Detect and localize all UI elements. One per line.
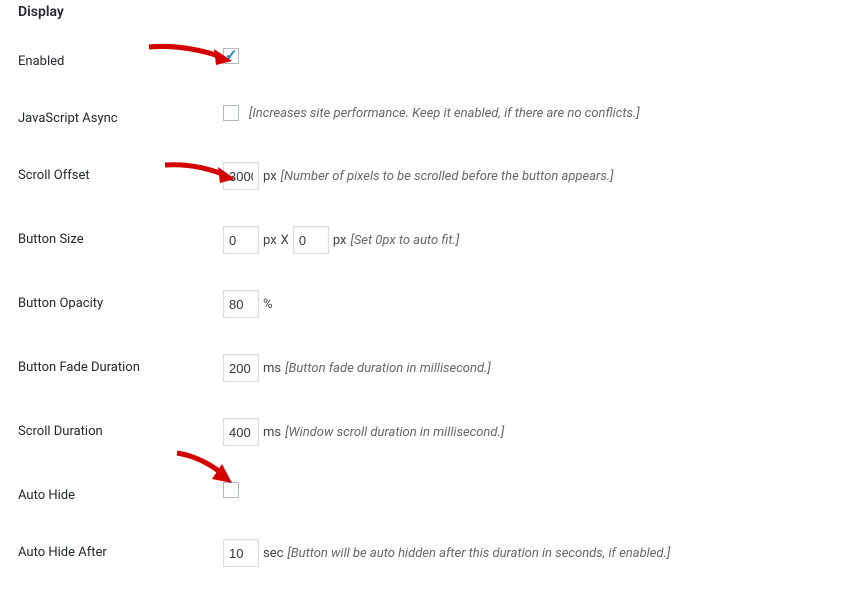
- label-scroll-duration: Scroll Duration: [18, 418, 223, 439]
- row-auto-hide: Auto Hide: [0, 464, 867, 521]
- control-scroll-offset: px [Number of pixels to be scrolled befo…: [223, 162, 614, 190]
- input-button-opacity[interactable]: [223, 290, 259, 318]
- label-auto-hide: Auto Hide: [18, 482, 223, 503]
- row-button-fade-duration: Button Fade Duration ms [Button fade dur…: [0, 336, 867, 400]
- row-button-opacity: Button Opacity %: [0, 272, 867, 336]
- control-enabled: [223, 48, 245, 64]
- hint-auto-hide-after: [Button will be auto hidden after this d…: [287, 546, 670, 561]
- row-auto-hide-after: Auto Hide After sec [Button will be auto…: [0, 521, 867, 585]
- control-button-opacity: %: [223, 290, 273, 318]
- hint-scroll-offset: [Number of pixels to be scrolled before …: [281, 169, 614, 184]
- input-button-size-width[interactable]: [223, 226, 259, 254]
- unit-scroll-duration: ms: [263, 425, 281, 440]
- control-auto-hide: [223, 482, 245, 498]
- label-button-fade-duration: Button Fade Duration: [18, 354, 223, 375]
- row-enabled: Enabled: [0, 30, 867, 87]
- control-button-size: px X px [Set 0px to auto fit.]: [223, 226, 459, 254]
- label-enabled: Enabled: [18, 48, 223, 69]
- unit-auto-hide-after: sec: [263, 546, 283, 561]
- control-button-fade-duration: ms [Button fade duration in millisecond.…: [223, 354, 491, 382]
- input-button-size-height[interactable]: [293, 226, 329, 254]
- row-button-size: Button Size px X px [Set 0px to auto fit…: [0, 208, 867, 272]
- unit-scroll-offset: px: [263, 169, 277, 184]
- control-javascript-async: [Increases site performance. Keep it ena…: [223, 105, 640, 121]
- hint-javascript-async: [Increases site performance. Keep it ena…: [249, 106, 640, 121]
- input-scroll-offset[interactable]: [223, 162, 259, 190]
- input-auto-hide-after[interactable]: [223, 539, 259, 567]
- unit-button-size-height: px: [333, 233, 347, 248]
- checkbox-enabled[interactable]: [223, 48, 239, 64]
- label-scroll-offset: Scroll Offset: [18, 162, 223, 183]
- input-scroll-duration[interactable]: [223, 418, 259, 446]
- label-javascript-async: JavaScript Async: [18, 105, 223, 126]
- separator-button-size: X: [281, 233, 289, 248]
- hint-button-fade-duration: [Button fade duration in millisecond.]: [285, 361, 491, 376]
- unit-button-size-width: px: [263, 233, 277, 248]
- row-scroll-duration: Scroll Duration ms [Window scroll durati…: [0, 400, 867, 464]
- row-javascript-async: JavaScript Async [Increases site perform…: [0, 87, 867, 144]
- unit-button-opacity: %: [263, 297, 273, 312]
- display-settings-form: Enabled JavaScript Async [Increases site…: [0, 30, 867, 585]
- control-scroll-duration: ms [Window scroll duration in millisecon…: [223, 418, 504, 446]
- checkbox-javascript-async[interactable]: [223, 105, 239, 121]
- checkbox-auto-hide[interactable]: [223, 482, 239, 498]
- label-button-size: Button Size: [18, 226, 223, 247]
- hint-button-size: [Set 0px to auto fit.]: [350, 233, 459, 248]
- label-auto-hide-after: Auto Hide After: [18, 539, 223, 560]
- hint-scroll-duration: [Window scroll duration in millisecond.]: [285, 425, 504, 440]
- unit-button-fade-duration: ms: [263, 361, 281, 376]
- control-auto-hide-after: sec [Button will be auto hidden after th…: [223, 539, 670, 567]
- row-scroll-offset: Scroll Offset px [Number of pixels to be…: [0, 144, 867, 208]
- section-heading: Display: [0, 0, 867, 30]
- label-button-opacity: Button Opacity: [18, 290, 223, 311]
- input-button-fade-duration[interactable]: [223, 354, 259, 382]
